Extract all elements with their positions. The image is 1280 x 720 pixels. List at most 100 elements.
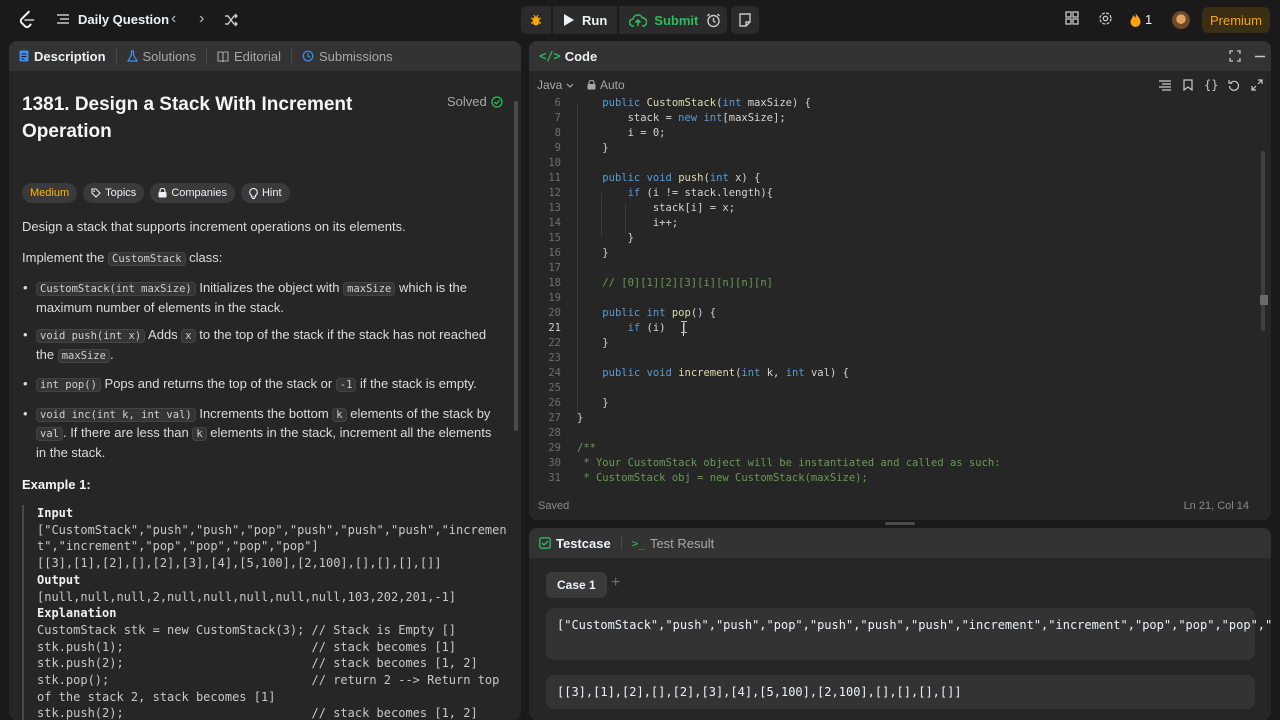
- submit-button[interactable]: Submit: [619, 6, 709, 34]
- alarm-clock-icon: [706, 13, 720, 27]
- code-line[interactable]: }: [577, 337, 608, 349]
- history-icon: [302, 50, 314, 62]
- code-line[interactable]: i = 0;: [577, 127, 666, 139]
- topics-chip[interactable]: Topics: [83, 183, 145, 203]
- testcase-input-1[interactable]: ["CustomStack","push","push","pop","push…: [546, 608, 1271, 660]
- auto-mode-toggle[interactable]: Auto: [587, 78, 625, 92]
- streak-counter[interactable]: 1: [1130, 12, 1152, 27]
- run-button[interactable]: Run: [553, 6, 618, 34]
- description-panel: Description Solutions Editorial Submissi…: [9, 41, 521, 720]
- daily-question-label[interactable]: Daily Question: [78, 12, 169, 27]
- line-number: 6: [554, 97, 561, 109]
- line-number: 26: [548, 397, 561, 409]
- format-icon[interactable]: [1159, 79, 1171, 91]
- save-status: Saved: [538, 500, 570, 512]
- example-line: Output: [37, 572, 81, 587]
- minimize-icon[interactable]: [1255, 55, 1265, 58]
- lightbulb-icon: [249, 187, 258, 199]
- example-line: Explanation: [37, 606, 117, 621]
- code-line[interactable]: public void push(int x) {: [577, 172, 760, 184]
- flame-icon: [1130, 12, 1141, 27]
- code-line[interactable]: i++;: [577, 217, 678, 229]
- code-line[interactable]: }: [577, 397, 608, 409]
- play-icon: [564, 14, 574, 26]
- code-line[interactable]: /**: [577, 442, 596, 454]
- hint-chip[interactable]: Hint: [240, 183, 290, 203]
- code-line[interactable]: // [0][1][2][3][i][n][n][n]: [577, 277, 773, 289]
- list-item: int pop() Pops and returns the top of th…: [22, 375, 500, 395]
- case-1-tab[interactable]: Case 1: [546, 572, 607, 598]
- list-item: void push(int x) Adds x to the top of th…: [22, 326, 500, 365]
- solved-badge: Solved: [447, 94, 503, 109]
- code-line[interactable]: public void increment(int k, int val) {: [577, 367, 849, 379]
- example-line: stk.push(2); // stack becomes [1, 2]: [37, 656, 478, 671]
- code-panel: </> Code Java Auto {} 6 public CustomSta…: [529, 41, 1271, 520]
- divider: [290, 49, 292, 63]
- code-line[interactable]: }: [577, 142, 608, 154]
- line-number: 11: [548, 172, 561, 184]
- top-bar: Daily Question ‹ › Run Submit 1 Premium: [0, 0, 1280, 40]
- line-number: 27: [548, 412, 561, 424]
- vertical-splitter[interactable]: [523, 41, 527, 720]
- testcase-panel: Testcase >_ Test Result Case 1 + ["Custo…: [529, 528, 1271, 720]
- language-select[interactable]: Java: [537, 78, 574, 92]
- tab-testcase[interactable]: Testcase: [539, 536, 611, 551]
- code-line[interactable]: stack = new int[maxSize];: [577, 112, 786, 124]
- lock-icon: [587, 80, 596, 90]
- horizontal-splitter-handle[interactable]: [885, 522, 915, 525]
- debug-button[interactable]: [521, 6, 551, 34]
- testcase-input-2[interactable]: [[3],[1],[2],[],[2],[3],[4],[5,100],[2,1…: [546, 675, 1255, 709]
- chevron-left-icon[interactable]: ‹: [171, 10, 176, 28]
- code-line[interactable]: }: [577, 232, 634, 244]
- implement-line: Implement the CustomStack class:: [22, 250, 223, 266]
- example-line: stk.push(1); // stack becomes [1]: [37, 639, 457, 654]
- code-line[interactable]: public int pop() {: [577, 307, 716, 319]
- problem-tags: Medium Topics Companies Hint: [22, 183, 290, 203]
- leetcode-logo-icon[interactable]: [16, 9, 38, 31]
- avatar[interactable]: [1172, 11, 1190, 29]
- line-number: 24: [548, 367, 561, 379]
- problem-list-icon[interactable]: [56, 12, 70, 26]
- code-line[interactable]: if (i != stack.length){: [577, 187, 773, 199]
- maximize-icon[interactable]: [1251, 79, 1263, 91]
- indent-guide: [625, 203, 626, 233]
- code-line[interactable]: if (i): [577, 322, 666, 334]
- chevron-right-icon[interactable]: ›: [199, 10, 204, 28]
- line-number: 21: [548, 322, 561, 334]
- shuffle-icon[interactable]: [224, 13, 239, 27]
- code-line[interactable]: }: [577, 247, 608, 259]
- line-number: 12: [548, 187, 561, 199]
- example-line: t","increment","pop","pop","pop","pop"]: [37, 539, 319, 554]
- indent-guide: [601, 193, 602, 238]
- book-icon: [217, 50, 229, 62]
- premium-button[interactable]: Premium: [1202, 7, 1270, 33]
- layout-grid-icon[interactable]: [1065, 11, 1079, 25]
- line-number: 9: [554, 142, 561, 154]
- example-line: [null,null,null,2,null,null,null,null,nu…: [37, 589, 457, 604]
- expand-icon[interactable]: [1229, 50, 1241, 62]
- tab-solutions[interactable]: Solutions: [126, 49, 196, 64]
- tab-submissions[interactable]: Submissions: [302, 49, 393, 64]
- bookmark-icon[interactable]: [1183, 79, 1193, 91]
- companies-chip[interactable]: Companies: [150, 183, 235, 203]
- notes-button[interactable]: [731, 6, 759, 34]
- add-case-button[interactable]: +: [611, 574, 620, 592]
- problem-intro: Design a stack that supports increment o…: [22, 219, 406, 234]
- reset-icon[interactable]: [1228, 79, 1240, 91]
- code-line[interactable]: * Your CustomStack object will be instan…: [577, 457, 1000, 469]
- code-line[interactable]: public CustomStack(int maxSize) {: [577, 97, 811, 109]
- description-scrollbar[interactable]: [514, 101, 518, 431]
- tab-test-result[interactable]: >_ Test Result: [632, 536, 715, 551]
- run-submit-group: Run Submit: [521, 6, 709, 34]
- code-line[interactable]: * CustomStack obj = new CustomStack(maxS…: [577, 472, 867, 484]
- example-line: stk.push(2); // stack becomes [1, 2]: [37, 706, 478, 720]
- timer-button[interactable]: [699, 6, 727, 34]
- gear-icon[interactable]: [1098, 11, 1113, 26]
- tab-editorial[interactable]: Editorial: [217, 49, 281, 64]
- lock-icon: [158, 188, 167, 198]
- braces-icon[interactable]: {}: [1204, 78, 1218, 92]
- list-item: CustomStack(int maxSize) Initializes the…: [22, 279, 500, 316]
- tab-description[interactable]: Description: [19, 49, 106, 64]
- tag-icon: [91, 188, 101, 198]
- example-line: of the stack 2, stack becomes [1]: [37, 689, 276, 704]
